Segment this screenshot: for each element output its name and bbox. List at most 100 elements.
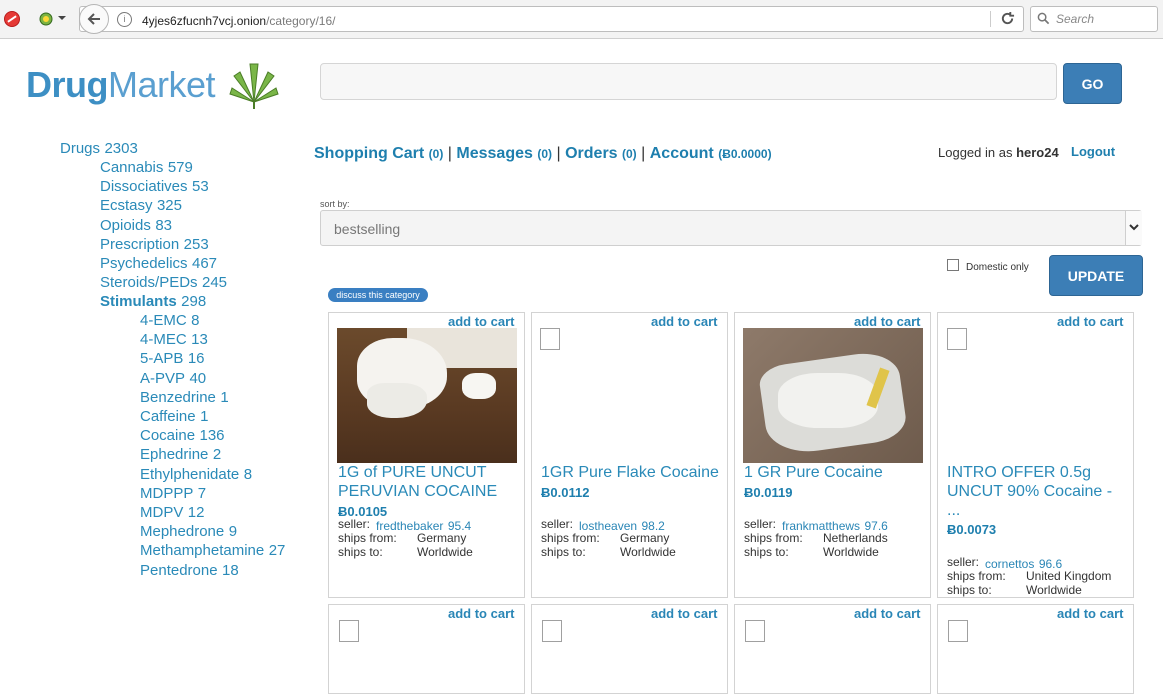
sidebar-category-prescription[interactable]: Prescription 253 [100,236,209,254]
product-title-link[interactable]: 1GR Pure Flake Cocaine [541,463,726,482]
seller-label: seller: [541,517,574,531]
orders-count: (0) [622,147,637,161]
category-label: Stimulants [100,293,177,311]
sidebar-subcategory-caffeine[interactable]: Caffeine 1 [140,408,208,426]
logo-drug-text: Drug [26,64,109,105]
orders-link[interactable]: Orders (0) [565,145,637,162]
nav-separator: | [447,145,452,162]
add-to-cart-link[interactable]: add to cart [854,606,920,621]
subcategory-label: Benzedrine [140,388,216,406]
product-title-line: 1G of PURE UNCUT [338,464,487,481]
discuss-category-button[interactable]: discuss this category [328,288,428,302]
subcategory-label: Methamphetamine [140,542,265,560]
account-balance: (Ƀ0.0000) [718,147,772,161]
ships-to-value: Worldwide [1026,583,1082,597]
subcategory-count: 2 [212,446,222,464]
subcategory-count: 12 [187,504,205,521]
add-to-cart-link[interactable]: add to cart [448,314,514,329]
subcategory-label: Ethylphenidate [140,465,240,483]
product-title-line: INTRO OFFER 0.5g [947,464,1092,481]
subcategory-count: 13 [191,331,208,349]
select-arrow[interactable] [1125,211,1142,245]
add-to-cart-link[interactable]: add to cart [1057,606,1123,621]
add-to-cart-link[interactable]: add to cart [651,606,717,621]
subcategory-label: Ephedrine [140,446,209,464]
messages-label: Messages [456,145,533,162]
product-title-link[interactable]: 1 GR Pure Cocaine [744,463,929,482]
category-label: Psychedelics [100,255,188,272]
add-to-cart-link[interactable]: add to cart [854,314,920,329]
account-link[interactable]: Account (Ƀ0.0000) [650,145,772,162]
sidebar-subcategory-5-apb[interactable]: 5-APB 16 [140,350,205,368]
tor-onion-icon[interactable] [38,10,54,26]
ships-from-label: ships from: [338,531,397,545]
ships-from-label: ships from: [744,531,803,545]
sidebar-subcategory-mdppp[interactable]: MDPPP 7 [140,485,206,503]
sidebar-subcategory-4-mec[interactable]: 4-MEC 13 [140,331,208,349]
sidebar-category-stimulants[interactable]: Stimulants 298 [100,293,206,311]
add-to-cart-link[interactable]: add to cart [448,606,514,621]
product-title-link[interactable]: 1G of PURE UNCUT PERUVIAN COCAINE [338,463,523,501]
subcategory-count: 8 [243,465,253,483]
sidebar-subcategory-ethylphenidate[interactable]: Ethylphenidate 8 [140,466,252,484]
sidebar-subcategory-benzedrine[interactable]: Benzedrine 1 [140,389,229,407]
sidebar-subcategory-mephedrone[interactable]: Mephedrone 9 [140,523,237,541]
site-logo[interactable]: DrugMarket [26,64,216,106]
update-button[interactable]: UPDATE [1049,255,1143,296]
sidebar-category-ecstasy[interactable]: Ecstasy 325 [100,197,182,215]
sidebar-category-opioids[interactable]: Opioids 83 [100,217,172,235]
product-title-line: 1GR Pure Flake Cocaine [541,464,719,481]
messages-count: (0) [537,147,553,161]
site-search-input[interactable] [320,63,1057,100]
sidebar-subcategory-mdpv[interactable]: MDPV 12 [140,504,204,522]
sidebar-subcategory-methamphetamine[interactable]: Methamphetamine 27 [140,542,285,560]
sidebar-subcategory-4-emc[interactable]: 4-EMC 8 [140,312,199,330]
url-text[interactable]: 4yjes6zfucnh7vcj.onion/category/16/ [142,12,335,30]
sidebar-subcategory-ephedrine[interactable]: Ephedrine 2 [140,446,221,464]
domestic-only-checkbox[interactable] [947,259,959,271]
category-count: 53 [191,178,209,196]
ships-to-value: Worldwide [823,545,879,559]
browser-search-placeholder: Search [1056,12,1095,26]
subcategory-label: A-PVP [140,369,186,387]
product-title-link[interactable]: INTRO OFFER 0.5g UNCUT 90% Cocaine -... [947,463,1132,520]
category-label: Opioids [100,216,151,234]
sort-select[interactable] [320,210,1142,246]
add-to-cart-link[interactable]: add to cart [1057,314,1123,329]
seller-label: seller: [338,517,371,531]
sidebar-category-psychedelics[interactable]: Psychedelics 467 [100,255,217,273]
seller-label: seller: [744,517,777,531]
back-arrow-icon [87,13,100,25]
sidebar-category-steroids-peds[interactable]: Steroids/PEDs 245 [100,274,227,292]
sidebar-subcategory-a-pvp[interactable]: A-PVP 40 [140,370,206,388]
sidebar-subcategory-cocaine[interactable]: Cocaine 136 [140,427,225,445]
messages-link[interactable]: Messages (0) [456,145,552,162]
category-label: Prescription [100,235,180,253]
info-icon[interactable]: i [117,12,132,27]
product-image-3[interactable] [743,328,923,463]
sidebar-category-cannabis[interactable]: Cannabis 579 [100,159,193,177]
orders-label: Orders [565,145,618,162]
shopping-cart-link[interactable]: Shopping Cart (0) [314,145,443,162]
subcategory-count: 16 [187,350,205,368]
product-price: Ƀ0.0073 [947,522,997,537]
subcategory-label: Cocaine [140,427,196,445]
add-to-cart-link[interactable]: add to cart [651,314,717,329]
noscript-icon[interactable] [4,11,20,27]
reload-icon[interactable] [1000,11,1015,26]
ships-to-label: ships to: [744,545,789,559]
product-image-1[interactable] [337,328,517,463]
back-button[interactable] [79,4,109,34]
subcategory-label: 4-EMC [140,312,187,329]
broken-image-icon [542,620,562,642]
subcategory-label: 5-APB [140,350,184,368]
product-title-line: UNCUT 90% Cocaine - [947,483,1113,500]
chevron-down-icon[interactable] [58,16,66,20]
sidebar-category-dissociatives[interactable]: Dissociatives 53 [100,178,209,196]
cart-label: Shopping Cart [314,145,425,162]
sidebar-root[interactable]: Drugs 2303 [60,140,138,158]
logout-link[interactable]: Logout [1071,144,1115,159]
go-button[interactable]: GO [1063,63,1122,104]
subcategory-label: MDPV [140,504,184,521]
sidebar-subcategory-pentedrone[interactable]: Pentedrone 18 [140,562,239,580]
